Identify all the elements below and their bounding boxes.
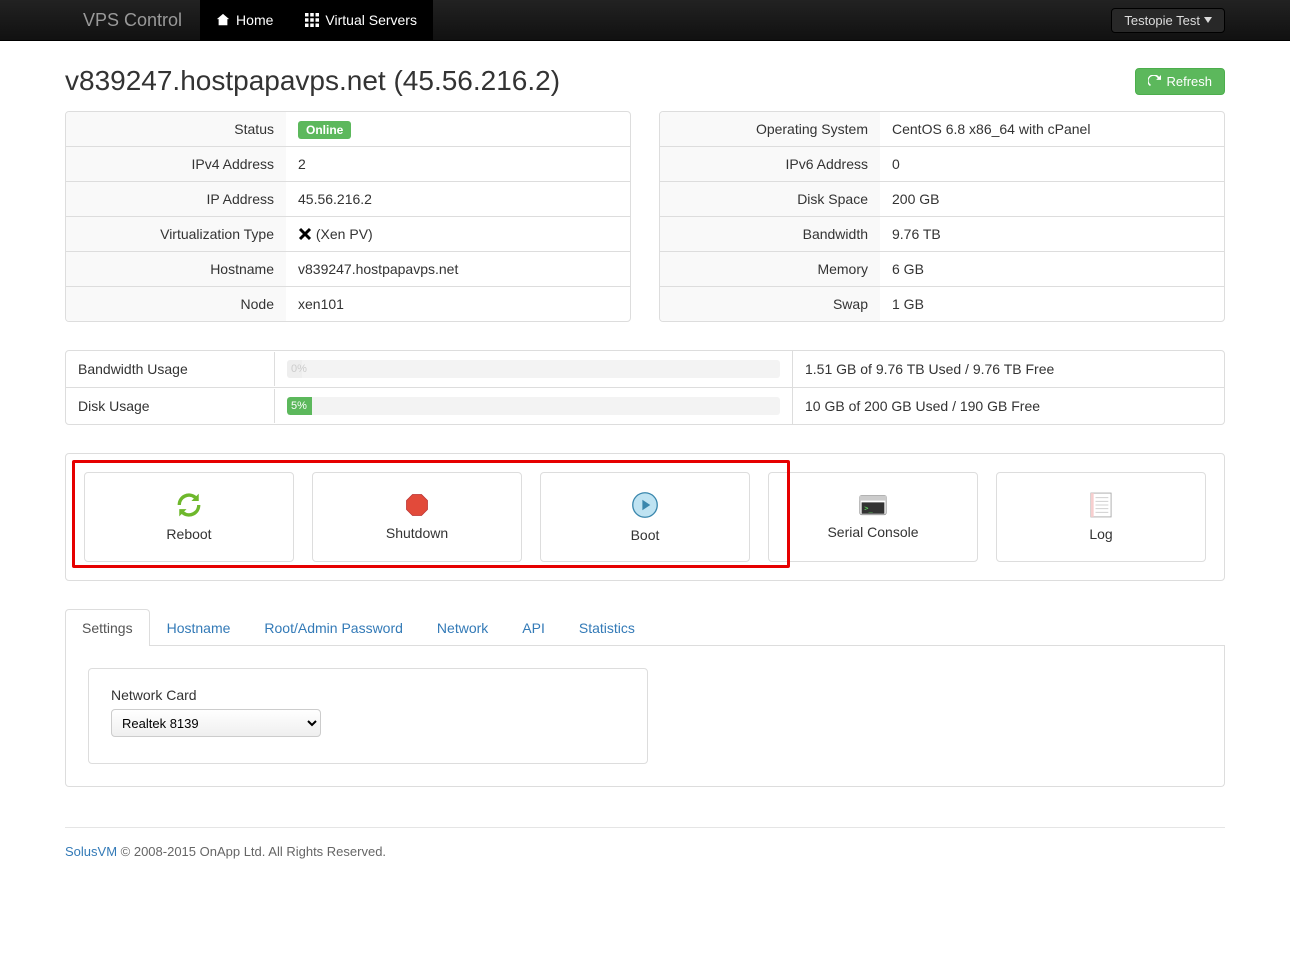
tab-statistics[interactable]: Statistics <box>562 609 652 646</box>
left-info-table: Status Online IPv4 Address2 IP Address45.… <box>65 111 631 322</box>
usage-table: Bandwidth Usage 0% 1.51 GB of 9.76 TB Us… <box>65 350 1225 425</box>
nav-home[interactable]: Home <box>200 0 289 40</box>
tab-hostname[interactable]: Hostname <box>150 609 248 646</box>
boot-icon <box>631 491 659 519</box>
right-info-table: Operating SystemCentOS 6.8 x86_64 with c… <box>659 111 1225 322</box>
virt-value: (Xen PV) <box>286 217 630 251</box>
ip-value: 45.56.216.2 <box>286 182 630 216</box>
settings-panel: Network Card Realtek 8139 <box>65 646 1225 787</box>
bw-value: 9.76 TB <box>880 217 1224 251</box>
bw-progress-fill: 0% <box>287 360 302 378</box>
tabs: Settings Hostname Root/Admin Password Ne… <box>65 609 1225 646</box>
hostname-value: v839247.hostpapavps.net <box>286 252 630 286</box>
ipv6-label: IPv6 Address <box>660 147 880 181</box>
refresh-icon <box>1148 75 1161 88</box>
refresh-button[interactable]: Refresh <box>1135 68 1225 95</box>
caret-down-icon <box>1204 17 1212 23</box>
footer: SolusVM © 2008-2015 OnApp Ltd. All Right… <box>65 827 1225 875</box>
disk-usage-label: Disk Usage <box>66 388 274 424</box>
brand: VPS Control <box>65 10 200 31</box>
ipv4-label: IPv4 Address <box>66 147 286 181</box>
disk-usage-text: 10 GB of 200 GB Used / 190 GB Free <box>792 388 1224 424</box>
navbar: VPS Control Home Virtual Servers Testopi… <box>0 0 1290 41</box>
bw-usage-text: 1.51 GB of 9.76 TB Used / 9.76 TB Free <box>792 351 1224 387</box>
hostname-label: Hostname <box>66 252 286 286</box>
bw-label: Bandwidth <box>660 217 880 251</box>
ip-label: IP Address <box>66 182 286 216</box>
reboot-icon <box>176 492 202 518</box>
console-icon: >_ <box>859 494 887 516</box>
shutdown-button[interactable]: Shutdown <box>312 472 522 562</box>
tab-api[interactable]: API <box>505 609 562 646</box>
reboot-label: Reboot <box>166 526 211 542</box>
status-badge: Online <box>298 121 351 139</box>
grid-icon <box>305 13 319 27</box>
serial-console-button[interactable]: >_ Serial Console <box>768 472 978 562</box>
tab-settings[interactable]: Settings <box>65 609 150 646</box>
nav-home-label: Home <box>236 12 273 28</box>
ipv6-value: 0 <box>880 147 1224 181</box>
swap-value: 1 GB <box>880 287 1224 321</box>
user-name: Testopie Test <box>1124 13 1200 28</box>
log-label: Log <box>1089 526 1112 542</box>
disk-value: 200 GB <box>880 182 1224 216</box>
node-label: Node <box>66 287 286 321</box>
os-label: Operating System <box>660 112 880 146</box>
disk-progress: 5% <box>287 397 780 415</box>
shutdown-label: Shutdown <box>386 525 448 541</box>
boot-label: Boot <box>631 527 660 543</box>
disk-progress-fill: 5% <box>287 397 312 415</box>
nav-virtual-servers[interactable]: Virtual Servers <box>289 0 433 40</box>
footer-copy: © 2008-2015 OnApp Ltd. All Rights Reserv… <box>117 844 386 859</box>
ipv4-value: 2 <box>286 147 630 181</box>
bw-progress: 0% <box>287 360 780 378</box>
status-label: Status <box>66 112 286 146</box>
mem-value: 6 GB <box>880 252 1224 286</box>
os-value: CentOS 6.8 x86_64 with cPanel <box>880 112 1224 146</box>
footer-brand-link[interactable]: SolusVM <box>65 844 117 859</box>
reboot-button[interactable]: Reboot <box>84 472 294 562</box>
user-menu[interactable]: Testopie Test <box>1111 8 1225 33</box>
tab-network[interactable]: Network <box>420 609 505 646</box>
virt-label: Virtualization Type <box>66 217 286 251</box>
swap-label: Swap <box>660 287 880 321</box>
disk-label: Disk Space <box>660 182 880 216</box>
page-title: v839247.hostpapavps.net (45.56.216.2) <box>65 65 560 97</box>
node-value: xen101 <box>286 287 630 321</box>
shutdown-icon <box>405 493 429 517</box>
boot-button[interactable]: Boot <box>540 472 750 562</box>
mem-label: Memory <box>660 252 880 286</box>
xen-icon <box>298 227 312 241</box>
home-icon <box>216 13 230 27</box>
actions-panel: Reboot Shutdown Boot >_ Serial Console L… <box>65 453 1225 581</box>
log-button[interactable]: Log <box>996 472 1206 562</box>
nic-label: Network Card <box>111 687 625 703</box>
svg-text:>_: >_ <box>864 504 873 512</box>
console-label: Serial Console <box>827 524 918 540</box>
nav-vservers-label: Virtual Servers <box>325 12 417 28</box>
bw-usage-label: Bandwidth Usage <box>66 351 274 387</box>
tab-password[interactable]: Root/Admin Password <box>247 609 420 646</box>
nic-select[interactable]: Realtek 8139 <box>111 709 321 737</box>
refresh-label: Refresh <box>1166 74 1212 89</box>
log-icon <box>1090 492 1112 518</box>
